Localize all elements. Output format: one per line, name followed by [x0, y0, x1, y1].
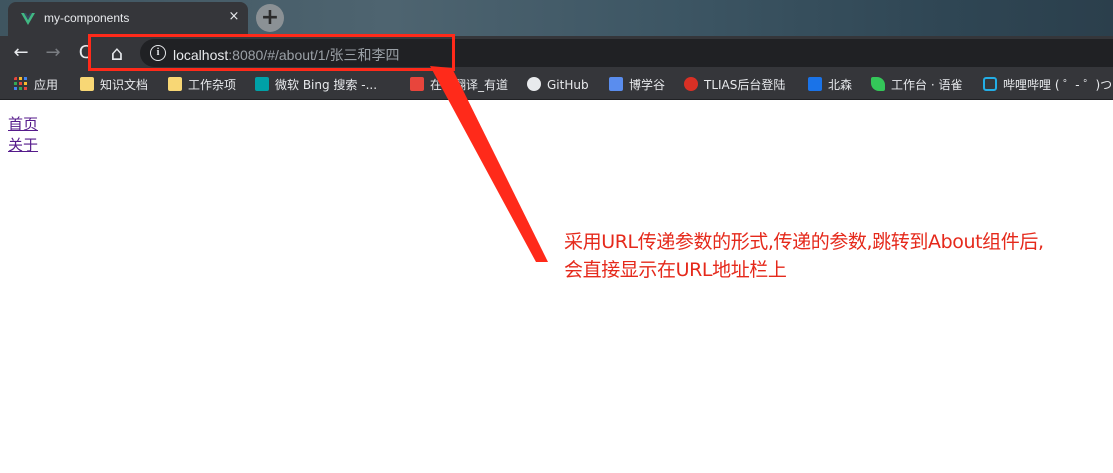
bookmark-tlias[interactable]: TLIAS后台登陆 [684, 76, 785, 94]
bookmark-apps[interactable]: 应用 [14, 76, 58, 94]
bookmark-bilibili[interactable]: 哔哩哔哩 ( ゜- ゜)つ... [983, 76, 1113, 94]
home-link[interactable]: 首页 [8, 113, 38, 134]
browser-tab[interactable]: my-components × [8, 2, 248, 36]
bookmark-boxuegu[interactable]: 博学谷 [609, 76, 665, 94]
new-tab-button[interactable]: + [256, 4, 284, 32]
bookmark-label: 知识文档 [100, 78, 149, 92]
bookmark-label: 应用 [34, 78, 59, 92]
folder-icon [168, 77, 182, 91]
bookmark-youdao[interactable]: 在线翻译_有道 [410, 76, 508, 94]
about-link[interactable]: 关于 [8, 134, 38, 155]
bookmarks-bar: 应用 知识文档 工作杂项 微软 Bing 搜索 -... 在线翻译_有道 Git… [0, 70, 1113, 100]
forward-button[interactable]: → [40, 40, 66, 66]
github-icon [527, 77, 541, 91]
youdao-icon [410, 77, 424, 91]
bookmark-github[interactable]: GitHub [527, 76, 589, 94]
bookmark-label: 哔哩哔哩 ( ゜- ゜)つ... [1003, 78, 1113, 92]
bookmark-label: 北森 [828, 78, 853, 92]
bookmark-bing[interactable]: 微软 Bing 搜索 -... [255, 76, 377, 94]
yuque-icon [871, 77, 885, 91]
bookmark-label: 工作杂项 [188, 78, 237, 92]
bookmark-folder-docs[interactable]: 知识文档 [80, 76, 148, 94]
folder-icon [80, 77, 94, 91]
annotation-line-1: 采用URL传递参数的形式,传递的参数,跳转到About组件后, [564, 231, 1044, 253]
url-highlight-box [88, 34, 455, 71]
apps-grid-icon [14, 77, 27, 90]
bookmark-label: TLIAS后台登陆 [704, 78, 786, 92]
annotation-line-2: 会直接显示在URL地址栏上 [564, 259, 787, 281]
boxuegu-icon [609, 77, 623, 91]
bing-icon [255, 77, 269, 91]
beisen-icon [808, 77, 822, 91]
bookmark-label: GitHub [547, 78, 589, 92]
bookmark-label: 博学谷 [629, 78, 666, 92]
bookmark-yuque[interactable]: 工作台 · 语雀 [871, 76, 962, 94]
back-button[interactable]: ← [8, 40, 34, 66]
close-tab-icon[interactable]: × [226, 9, 242, 25]
tab-strip: my-components × + [0, 0, 1113, 36]
bookmark-label: 微软 Bing 搜索 -... [275, 78, 378, 92]
bookmark-folder-misc[interactable]: 工作杂项 [168, 76, 236, 94]
bilibili-icon [983, 77, 997, 91]
tab-title: my-components [44, 11, 130, 25]
bookmark-label: 工作台 · 语雀 [891, 78, 963, 92]
bookmark-label: 在线翻译_有道 [430, 78, 509, 92]
annotation-note: 采用URL传递参数的形式,传递的参数,跳转到About组件后, 会直接显示在UR… [564, 228, 1109, 284]
tlias-icon [684, 77, 698, 91]
bookmark-beisen[interactable]: 北森 [808, 76, 852, 94]
vue-logo-icon [21, 13, 35, 25]
page-content: 首页 关于 [0, 101, 1113, 473]
